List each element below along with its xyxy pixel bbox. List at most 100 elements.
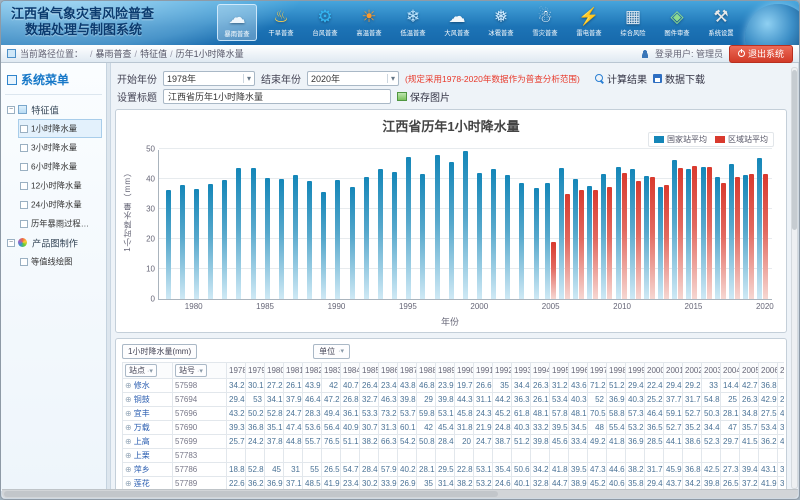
bar-national-1995[interactable]	[406, 157, 411, 300]
bar-national-1981[interactable]	[208, 184, 213, 299]
bar-national-1991[interactable]	[350, 187, 355, 300]
bar-regional-2006[interactable]	[565, 194, 570, 299]
bar-national-1984[interactable]	[251, 168, 256, 299]
bar-national-2013[interactable]	[658, 187, 663, 299]
bar-regional-2008[interactable]	[593, 190, 598, 299]
download-button[interactable]: 数据下载	[653, 71, 705, 86]
horizontal-scrollbar-thumb[interactable]	[4, 491, 498, 497]
bar-regional-2005[interactable]	[551, 242, 556, 299]
expand-icon[interactable]: ⊕	[125, 423, 132, 432]
bar-regional-2007[interactable]	[579, 190, 584, 300]
bar-national-2014[interactable]	[672, 160, 677, 299]
table-row[interactable]: ⊕宜丰5769643.250.252.824.728.349.436.153.3…	[123, 407, 785, 421]
unit-chip[interactable]: 单位 ·▾	[313, 344, 350, 359]
bar-national-2002[interactable]	[505, 175, 510, 299]
vertical-scrollbar[interactable]	[791, 67, 798, 489]
bar-national-1994[interactable]	[392, 172, 397, 300]
bar-regional-2013[interactable]	[664, 185, 669, 299]
bar-national-1989[interactable]	[321, 192, 326, 299]
station-name-cell[interactable]: ⊕修水	[123, 379, 173, 393]
toolbar-map-review[interactable]: ◈图件审查	[657, 4, 697, 41]
bar-national-2015[interactable]	[686, 169, 691, 299]
measure-chip[interactable]: 1小时降水量(mm)	[122, 344, 197, 359]
bar-national-1982[interactable]	[222, 180, 227, 299]
bar-national-2007[interactable]	[573, 179, 578, 299]
station-column-header[interactable]: 站点·▾	[123, 363, 173, 379]
bar-national-1978[interactable]	[166, 190, 171, 300]
horizontal-scrollbar[interactable]	[2, 489, 798, 498]
bar-national-1999[interactable]	[463, 151, 468, 299]
expand-icon[interactable]: ⊕	[125, 465, 132, 474]
bar-national-1997[interactable]	[435, 155, 440, 299]
station-name-cell[interactable]: ⊕宜丰	[123, 407, 173, 421]
tree-item-1-0[interactable]: 等值线绘图	[18, 252, 102, 271]
bar-national-2017[interactable]	[715, 177, 720, 299]
station-name-cell[interactable]: ⊕上高	[123, 435, 173, 449]
breadcrumb-item[interactable]: 暴雨普查	[96, 49, 132, 59]
tree-node-0[interactable]: −特征值	[5, 100, 102, 119]
table-row[interactable]: ⊕修水5759834.230.127.226.143.94240.726.423…	[123, 379, 785, 393]
expand-icon[interactable]: ⊕	[125, 381, 132, 390]
toolbar-lightning-survey[interactable]: ⚡雷电普查	[569, 4, 609, 41]
bar-national-2011[interactable]	[630, 169, 635, 300]
tree-toggle-icon[interactable]: −	[7, 106, 15, 114]
toolbar-snow-survey[interactable]: ☃雪灾普查	[525, 4, 565, 41]
bar-regional-2011[interactable]	[636, 181, 641, 300]
tree-item-0-3[interactable]: 12小时降水量	[18, 176, 102, 195]
tree-item-0-0[interactable]: 1小时降水量	[18, 119, 102, 138]
bar-regional-2010[interactable]	[622, 173, 627, 299]
bar-regional-2020[interactable]	[763, 174, 768, 299]
bar-national-1988[interactable]	[307, 181, 312, 300]
code-column-header[interactable]: 站号·▾	[173, 363, 227, 379]
table-row[interactable]: ⊕上栗57783	[123, 449, 785, 463]
tree-toggle-icon[interactable]: −	[7, 239, 15, 247]
bar-national-1990[interactable]	[335, 180, 340, 299]
tree-item-0-1[interactable]: 3小时降水量	[18, 138, 102, 157]
toolbar-drought-survey[interactable]: ♨干旱普查	[261, 4, 301, 41]
table-row[interactable]: ⊕万载5769039.336.835.147.453.656.440.930.7…	[123, 421, 785, 435]
bar-regional-2018[interactable]	[735, 177, 740, 299]
bar-national-2001[interactable]	[491, 169, 496, 299]
expand-icon[interactable]: ⊕	[125, 437, 132, 446]
toolbar-low-temp-survey[interactable]: ❄低温普查	[393, 4, 433, 41]
table-row[interactable]: ⊕萍乡5778618.852.845315526.554.728.457.940…	[123, 463, 785, 477]
bar-national-1987[interactable]	[293, 175, 298, 299]
bar-national-2000[interactable]	[477, 173, 482, 299]
bar-regional-2009[interactable]	[607, 187, 612, 299]
expand-icon[interactable]: ⊕	[125, 451, 132, 460]
bar-national-2019[interactable]	[743, 175, 748, 299]
tree-item-0-4[interactable]: 24小时降水量	[18, 195, 102, 214]
chart-title-input[interactable]: 江西省历年1小时降水量	[163, 89, 391, 104]
bar-national-2003[interactable]	[519, 183, 524, 299]
bar-national-2020[interactable]	[757, 158, 762, 299]
bar-national-2009[interactable]	[601, 174, 606, 299]
toolbar-typhoon-survey[interactable]: ⚙台风普查	[305, 4, 345, 41]
save-image-button[interactable]: 保存图片	[397, 89, 450, 104]
table-row[interactable]: ⊕铜鼓5769429.45334.137.946.447.226.832.746…	[123, 393, 785, 407]
bar-regional-2017[interactable]	[721, 183, 726, 299]
bar-national-2005[interactable]	[545, 183, 550, 299]
toolbar-composite-risk[interactable]: ▦综合风险	[613, 4, 653, 41]
station-name-cell[interactable]: ⊕萍乡	[123, 463, 173, 477]
tree-item-0-2[interactable]: 6小时降水量	[18, 157, 102, 176]
bar-national-1992[interactable]	[364, 177, 369, 299]
toolbar-rainstorm-survey[interactable]: ☁暴雨普查	[217, 4, 257, 41]
bar-regional-2012[interactable]	[650, 177, 655, 299]
tree-item-0-5[interactable]: 历年暴雨过程平均雨量	[18, 214, 102, 233]
breadcrumb-item[interactable]: 特征值	[140, 49, 167, 59]
station-name-cell[interactable]: ⊕铜鼓	[123, 393, 173, 407]
bar-national-2010[interactable]	[616, 167, 621, 299]
bar-national-1996[interactable]	[420, 174, 425, 299]
bar-national-1998[interactable]	[449, 162, 454, 299]
bar-regional-2019[interactable]	[749, 174, 754, 299]
station-name-cell[interactable]: ⊕上栗	[123, 449, 173, 463]
bar-national-1983[interactable]	[236, 168, 241, 299]
bar-regional-2014[interactable]	[678, 168, 683, 299]
calculate-button[interactable]: 计算结果	[595, 71, 647, 86]
bar-national-2006[interactable]	[559, 168, 564, 299]
bar-regional-2015[interactable]	[692, 166, 697, 299]
bar-national-1979[interactable]	[180, 185, 185, 299]
expand-icon[interactable]: ⊕	[125, 409, 132, 418]
toolbar-hail-survey[interactable]: ❅冰雹普查	[481, 4, 521, 41]
vertical-scrollbar-thumb[interactable]	[792, 70, 797, 230]
